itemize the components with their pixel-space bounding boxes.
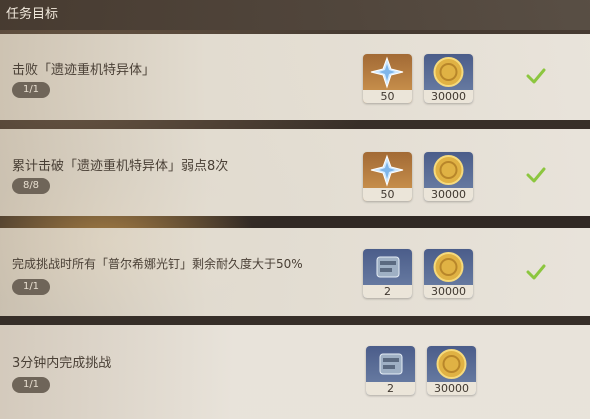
progress-badge: 8/8 — [12, 178, 50, 194]
reward-hero-wit[interactable]: 2 — [366, 346, 415, 395]
reward-qty: 50 — [363, 188, 412, 201]
check-icon — [526, 264, 546, 280]
reward-qty: 30000 — [427, 382, 476, 395]
reward-mora[interactable]: 30000 — [424, 249, 473, 298]
reward-mora[interactable]: 30000 — [424, 152, 473, 201]
progress-badge: 1/1 — [12, 279, 50, 295]
mora-coin-icon — [433, 57, 464, 87]
reward-qty: 30000 — [424, 188, 473, 201]
task-row: 3分钟内完成挑战 1/1 2 30000 — [0, 325, 590, 419]
task-title: 完成挑战时所有「普尔希娜光钉」剩余耐久度大于50% — [12, 257, 303, 271]
task-title: 累计击破「遗迹重机特异体」弱点8次 — [12, 159, 229, 174]
primogem-icon — [370, 56, 404, 89]
task-row: 累计击破「遗迹重机特异体」弱点8次 8/8 50 30000 — [0, 129, 590, 216]
task-title: 击败「遗迹重机特异体」 — [12, 63, 156, 78]
task-title: 3分钟内完成挑战 — [12, 356, 112, 371]
reward-qty: 50 — [363, 90, 412, 103]
reward-qty: 2 — [363, 285, 412, 298]
progress-badge: 1/1 — [12, 377, 50, 393]
hero-wit-icon — [379, 353, 403, 375]
reward-primogem[interactable]: 50 — [363, 54, 412, 103]
section-header: 任务目标 — [0, 0, 590, 30]
mora-coin-icon — [433, 252, 464, 282]
primogem-icon — [370, 154, 404, 187]
mora-coin-icon — [433, 155, 464, 185]
reward-hero-wit[interactable]: 2 — [363, 249, 412, 298]
check-icon — [526, 68, 546, 84]
section-title: 任务目标 — [6, 7, 59, 22]
task-row: 击败「遗迹重机特异体」 1/1 50 30000 — [0, 34, 590, 120]
hero-wit-icon — [376, 256, 400, 278]
reward-primogem[interactable]: 50 — [363, 152, 412, 201]
progress-badge: 1/1 — [12, 82, 50, 98]
mora-coin-icon — [436, 349, 467, 379]
reward-mora[interactable]: 30000 — [427, 346, 476, 395]
reward-qty: 2 — [366, 382, 415, 395]
reward-qty: 30000 — [424, 285, 473, 298]
reward-qty: 30000 — [424, 90, 473, 103]
check-icon — [526, 167, 546, 183]
reward-mora[interactable]: 30000 — [424, 54, 473, 103]
task-row: 完成挑战时所有「普尔希娜光钉」剩余耐久度大于50% 1/1 2 30000 — [0, 228, 590, 316]
